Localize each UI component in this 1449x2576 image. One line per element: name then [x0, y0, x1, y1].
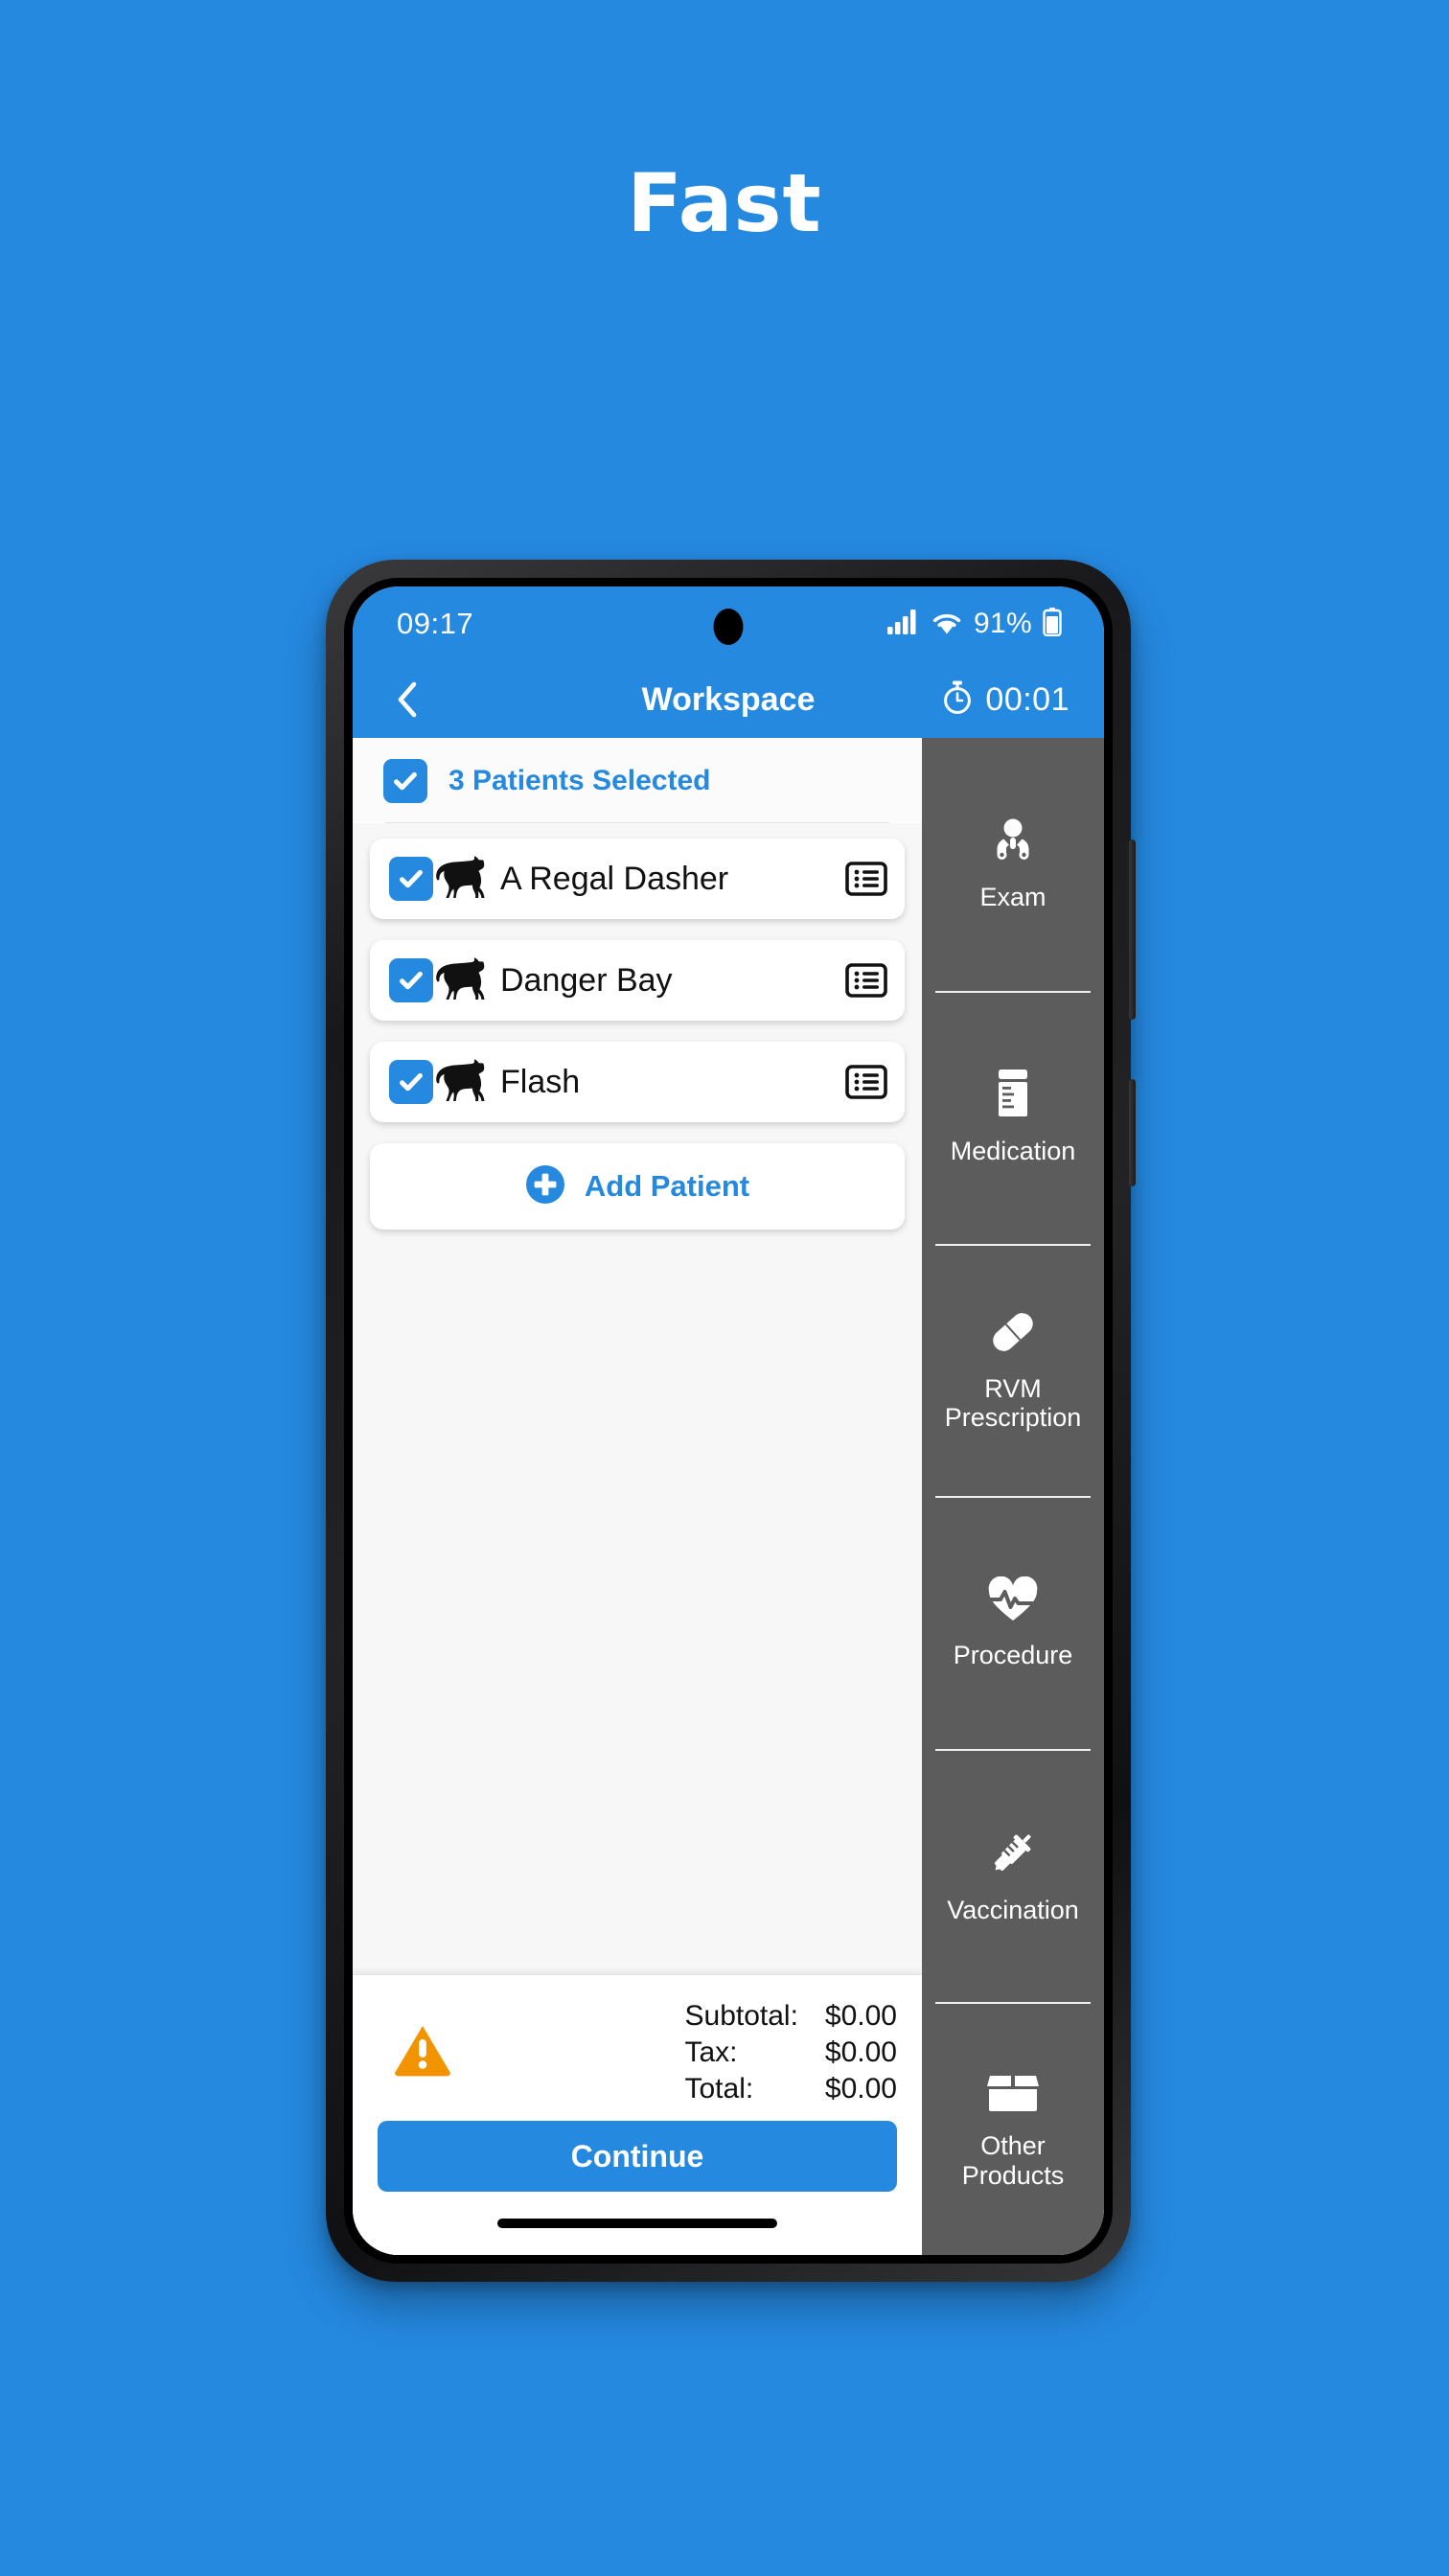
- app-bar: Workspace 00:01: [353, 661, 1104, 738]
- stopwatch-icon: [942, 680, 973, 720]
- sidebar-item-label: Vaccination: [947, 1895, 1079, 1924]
- sidebar-item-vaccination[interactable]: Vaccination: [922, 1749, 1104, 2002]
- battery-icon: [1043, 607, 1062, 641]
- checkbox-checked-icon[interactable]: [389, 857, 433, 901]
- status-bar: 09:17 91%: [353, 586, 1104, 661]
- list-details-icon[interactable]: [845, 1065, 887, 1099]
- front-camera-punch-hole: [713, 609, 744, 645]
- syringe-icon: [986, 1828, 1040, 1882]
- volume-button[interactable]: [1129, 840, 1136, 1020]
- horse-icon: [433, 957, 487, 1005]
- pill-bottle-icon: [992, 1069, 1034, 1123]
- add-patient-button[interactable]: Add Patient: [370, 1143, 905, 1230]
- checkbox-checked-icon[interactable]: [389, 958, 433, 1002]
- list-details-icon[interactable]: [845, 963, 887, 998]
- continue-button[interactable]: Continue: [378, 2121, 897, 2192]
- sidebar-item-label: Procedure: [953, 1640, 1073, 1669]
- patients-column: 3 Patients Selected A Regal Dasher Dange…: [353, 738, 922, 2255]
- heart-pulse-icon: [986, 1576, 1040, 1627]
- patient-name: Danger Bay: [500, 961, 673, 999]
- power-button[interactable]: [1129, 1079, 1136, 1186]
- page-title: Fast: [627, 156, 822, 250]
- totals-label: Tax:: [684, 2036, 738, 2068]
- totals-table: Subtotal: $0.00 Tax: $0.00 Total: $0.00: [685, 1998, 898, 2107]
- totals-subtotal-row: Subtotal: $0.00: [685, 1998, 898, 2035]
- table-row[interactable]: Flash: [370, 1042, 905, 1122]
- patient-name: A Regal Dasher: [500, 860, 729, 897]
- phone-bezel: 09:17 91% Workspace 00:01 3 Patients Sel…: [344, 578, 1113, 2264]
- sidebar-item-label: Medication: [950, 1137, 1076, 1166]
- home-indicator[interactable]: [497, 2219, 777, 2228]
- sidebar-item-exam[interactable]: Exam: [922, 738, 1104, 991]
- checkbox-checked-icon[interactable]: [383, 759, 427, 803]
- totals-value: $0.00: [824, 2036, 897, 2068]
- doctor-stethoscope-icon: [988, 816, 1038, 869]
- phone-screen: 09:17 91% Workspace 00:01 3 Patients Sel…: [353, 586, 1104, 2255]
- cellular-signal-icon: [887, 609, 920, 639]
- sidebar-item-rvm-prescription[interactable]: RVM Prescription: [922, 1243, 1104, 1497]
- timer-value: 00:01: [985, 680, 1070, 718]
- battery-percent: 91%: [974, 608, 1032, 639]
- patient-name: Flash: [500, 1063, 581, 1100]
- sidebar-item-other-products[interactable]: Other Products: [922, 2002, 1104, 2255]
- list-details-icon[interactable]: [845, 862, 887, 896]
- table-row[interactable]: Danger Bay: [370, 940, 905, 1021]
- totals-label: Total:: [684, 2072, 754, 2104]
- add-patient-label: Add Patient: [584, 1169, 750, 1203]
- totals-row: Subtotal: $0.00 Tax: $0.00 Total: $0.00: [378, 1998, 897, 2121]
- totals-total-row: Total: $0.00: [685, 2071, 898, 2107]
- patient-list: A Regal Dasher Danger Bay Flash Add Pati…: [353, 823, 922, 1974]
- sidebar-item-label: Exam: [979, 883, 1046, 912]
- warning-triangle-icon: [393, 2023, 452, 2082]
- table-row[interactable]: A Regal Dasher: [370, 839, 905, 919]
- sidebar-item-label: RVM Prescription: [944, 1373, 1082, 1433]
- order-footer: Subtotal: $0.00 Tax: $0.00 Total: $0.00 …: [353, 1973, 922, 2255]
- select-all-label: 3 Patients Selected: [448, 765, 711, 796]
- service-category-sidebar: Exam Medication RVM Prescription Procedu…: [922, 738, 1104, 2255]
- totals-value: $0.00: [824, 1999, 897, 2032]
- sidebar-item-procedure[interactable]: Procedure: [922, 1496, 1104, 1749]
- phone-device-frame: 09:17 91% Workspace 00:01 3 Patients Sel…: [326, 560, 1136, 2282]
- plus-circle-icon: [525, 1164, 565, 1209]
- sidebar-item-medication[interactable]: Medication: [922, 990, 1104, 1244]
- session-timer[interactable]: 00:01: [942, 680, 1070, 720]
- home-indicator-area: [378, 2192, 897, 2255]
- horse-icon: [433, 1059, 487, 1107]
- totals-label: Subtotal:: [684, 1999, 798, 2032]
- capsule-icon: [987, 1308, 1039, 1361]
- wifi-icon: [931, 610, 963, 639]
- status-indicators: 91%: [887, 607, 1062, 641]
- workspace-body: 3 Patients Selected A Regal Dasher Dange…: [353, 738, 1104, 2255]
- status-time: 09:17: [397, 607, 474, 640]
- checkbox-checked-icon[interactable]: [389, 1060, 433, 1104]
- totals-value: $0.00: [824, 2072, 897, 2104]
- open-box-icon: [985, 2067, 1041, 2118]
- horse-icon: [433, 856, 487, 904]
- sidebar-item-label: Other Products: [961, 2131, 1065, 2190]
- totals-tax-row: Tax: $0.00: [685, 2035, 898, 2071]
- select-all-row[interactable]: 3 Patients Selected: [353, 738, 922, 822]
